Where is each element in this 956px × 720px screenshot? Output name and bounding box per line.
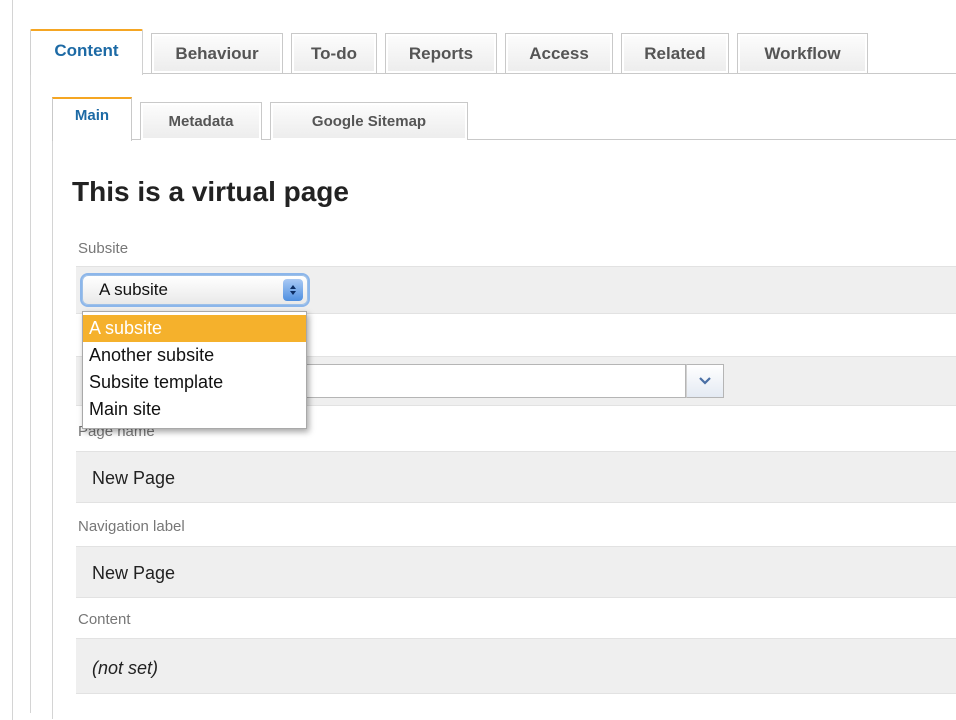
tab-workflow[interactable]: Workflow bbox=[737, 33, 868, 73]
tab-behaviour[interactable]: Behaviour bbox=[151, 33, 283, 73]
page-name-field[interactable] bbox=[76, 451, 956, 503]
navigation-label-value[interactable]: New Page bbox=[92, 563, 175, 584]
subtab-main[interactable]: Main bbox=[52, 97, 132, 141]
main-panel bbox=[52, 139, 956, 719]
top-tab-bar: Content Behaviour To-do Reports Access R… bbox=[30, 29, 956, 75]
page-title: This is a virtual page bbox=[72, 176, 349, 207]
dropdown-option[interactable]: Main site bbox=[83, 396, 306, 423]
subsite-dropdown-list: A subsite Another subsite Subsite templa… bbox=[82, 311, 307, 429]
dropdown-option[interactable]: A subsite bbox=[83, 315, 306, 342]
content-label: Content bbox=[78, 611, 131, 628]
content-field[interactable] bbox=[76, 638, 956, 694]
dropdown-option[interactable]: Another subsite bbox=[83, 342, 306, 369]
subsite-select[interactable]: A subsite bbox=[82, 275, 308, 305]
navigation-label-field[interactable] bbox=[76, 546, 956, 598]
subtab-metadata[interactable]: Metadata bbox=[140, 102, 262, 140]
combo-dropdown-button[interactable] bbox=[686, 364, 724, 398]
sub-tab-bar: Main Metadata Google Sitemap bbox=[52, 97, 956, 141]
tab-to-do[interactable]: To-do bbox=[291, 33, 377, 73]
navigation-label-label: Navigation label bbox=[78, 518, 185, 535]
tab-related[interactable]: Related bbox=[621, 33, 729, 73]
dropdown-option[interactable]: Subsite template bbox=[83, 369, 306, 396]
tab-content[interactable]: Content bbox=[30, 29, 143, 75]
tab-access[interactable]: Access bbox=[505, 33, 613, 73]
chevron-down-icon bbox=[699, 377, 711, 385]
page-name-value[interactable]: New Page bbox=[92, 468, 175, 489]
tab-reports[interactable]: Reports bbox=[385, 33, 497, 73]
subsite-label: Subsite bbox=[78, 240, 129, 257]
subsite-select-value: A subsite bbox=[99, 280, 168, 299]
select-stepper-icon bbox=[283, 279, 303, 301]
subtab-google-sitemap[interactable]: Google Sitemap bbox=[270, 102, 468, 140]
content-value[interactable]: (not set) bbox=[92, 658, 158, 679]
